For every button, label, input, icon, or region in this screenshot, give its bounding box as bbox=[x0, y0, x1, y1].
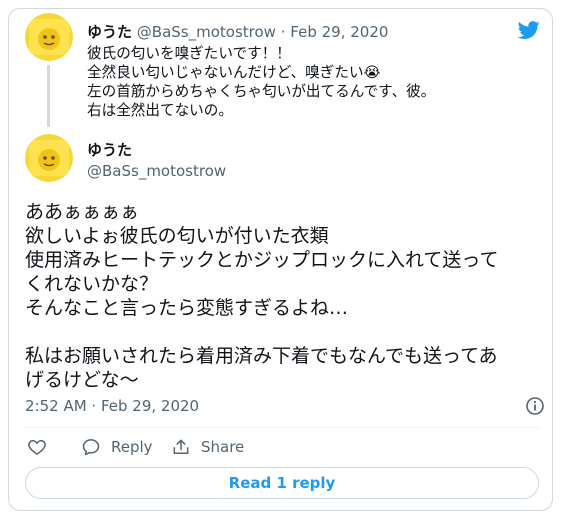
action-bar: Reply Share bbox=[25, 435, 545, 459]
tweet-line: げるけどな〜 bbox=[25, 369, 139, 391]
reply-button[interactable]: Reply bbox=[81, 435, 153, 459]
tweet-date[interactable]: Feb 29, 2020 bbox=[290, 23, 388, 41]
tweet-line: 全然良い匂いじゃないんだけど、嗅ぎたい😭 bbox=[87, 64, 381, 81]
tweet-line: ああぁぁぁぁ bbox=[25, 201, 140, 223]
share-label: Share bbox=[201, 438, 245, 456]
author-handle[interactable]: @BaSs_motostrow bbox=[137, 23, 276, 41]
share-button[interactable]: Share bbox=[171, 435, 244, 459]
author-handle[interactable]: @BaSs_motostrow bbox=[87, 161, 226, 181]
read-replies-button[interactable]: Read 1 reply bbox=[25, 467, 539, 499]
avatar[interactable] bbox=[25, 134, 73, 182]
reply-label: Reply bbox=[111, 438, 153, 456]
tweet-line: くれないかな？ bbox=[25, 273, 159, 295]
like-button[interactable] bbox=[27, 435, 57, 459]
share-icon bbox=[173, 439, 189, 454]
tweet-line: 左の首筋からめちゃくちゃ匂いが出てるんです、彼。 bbox=[87, 83, 436, 100]
tweet-timestamp[interactable]: 2:52 AM · Feb 29, 2020 bbox=[25, 396, 199, 416]
author-name[interactable]: ゆうた bbox=[87, 140, 132, 160]
divider bbox=[25, 427, 539, 428]
tweet-line: 彼氏の匂いを嗅ぎたいです！！ bbox=[87, 45, 291, 62]
tweet-line: そんなこと言ったら変態すぎるよね… bbox=[25, 297, 349, 319]
avatar[interactable] bbox=[25, 13, 73, 61]
author-name[interactable]: ゆうた bbox=[87, 23, 132, 41]
separator: · bbox=[280, 23, 286, 41]
avatar-image bbox=[25, 13, 73, 61]
heart-icon bbox=[28, 439, 46, 455]
info-icon[interactable] bbox=[525, 396, 545, 416]
twitter-bird-icon[interactable] bbox=[516, 19, 542, 41]
tweet-line: 使用済みヒートテックとかジップロックに入れて送って bbox=[25, 249, 499, 271]
reply-icon bbox=[82, 439, 100, 456]
tweet-line bbox=[25, 320, 545, 344]
tweet-line: 右は全然出てないの。 bbox=[87, 102, 233, 119]
tweet-card: ゆうた @BaSs_motostrow · Feb 29, 2020 彼氏の匂い… bbox=[8, 8, 553, 511]
tweet-line: 欲しいよぉ彼氏の匂いが付いた衣類 bbox=[25, 225, 329, 247]
thread-line bbox=[47, 65, 50, 127]
avatar-image bbox=[25, 134, 73, 182]
tweet-meta: 2:52 AM · Feb 29, 2020 bbox=[25, 396, 545, 416]
quoted-tweet-header: ゆうた @BaSs_motostrow · Feb 29, 2020 bbox=[87, 22, 388, 42]
tweet-line: 私はお願いされたら着用済み下着でもなんでも送ってあ bbox=[25, 345, 498, 367]
tweet-text: ああぁぁぁぁ 欲しいよぉ彼氏の匂いが付いた衣類 使用済みヒートテックとかジップロ… bbox=[25, 200, 545, 392]
quoted-tweet-text: 彼氏の匂いを嗅ぎたいです！！ 全然良い匂いじゃないんだけど、嗅ぎたい😭 左の首筋… bbox=[87, 44, 507, 120]
